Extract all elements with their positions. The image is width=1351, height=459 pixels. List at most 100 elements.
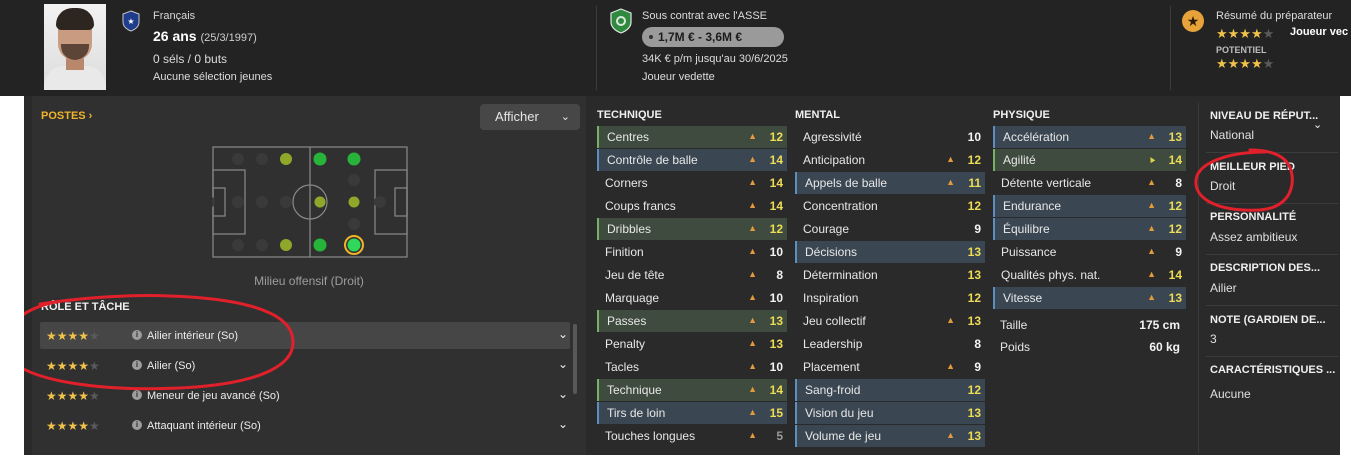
reputation-value: National — [1210, 128, 1255, 142]
attribute-row[interactable]: Volume de jeu ▲ 13 — [795, 425, 985, 447]
info-icon[interactable]: i — [132, 360, 142, 370]
attribute-row[interactable]: Finition ▲ 10 — [597, 241, 787, 263]
trend-arrow-icon: ▲ — [946, 430, 955, 440]
attribute-name: Touches longues — [605, 429, 696, 443]
chevron-down-icon[interactable]: ⌄ — [1313, 118, 1322, 131]
info-separator — [1206, 203, 1338, 204]
chevron-down-icon[interactable]: ⌄ — [558, 387, 568, 401]
attribute-row[interactable]: Jeu collectif ▲ 13 — [795, 310, 985, 332]
attribute-name: Placement — [803, 360, 860, 374]
attribute-row[interactable]: Technique ▲ 14 — [597, 379, 787, 401]
attribute-row[interactable]: Jeu de tête ▲ 8 — [597, 264, 787, 286]
trend-arrow-icon: ▲ — [1147, 200, 1156, 210]
attribute-row[interactable]: Inspiration 12 — [795, 287, 985, 309]
role-stars: ★★★★★ — [46, 419, 100, 433]
attribute-name: Volume de jeu — [805, 429, 882, 443]
attribute-row[interactable]: Contrôle de balle ▲ 14 — [597, 149, 787, 171]
attribute-value: 10 — [769, 360, 783, 374]
attribute-name: Passes — [607, 314, 647, 328]
attribute-row[interactable]: Vision du jeu 13 — [795, 402, 985, 424]
chevron-down-icon[interactable]: ⌄ — [558, 357, 568, 371]
preferred-foot-title: MEILLEUR PIED — [1210, 161, 1295, 173]
attribute-row[interactable]: Agilité ▲ 14 — [993, 149, 1186, 171]
role-row[interactable]: ★★★★★ i Ailier intérieur (So) ⌄ — [40, 322, 570, 349]
attribute-name: Inspiration — [803, 291, 859, 305]
attribute-row[interactable]: Endurance ▲ 12 — [993, 195, 1186, 217]
trend-arrow-icon: ▲ — [748, 154, 757, 164]
attribute-row[interactable]: Leadership 8 — [795, 333, 985, 355]
attribute-row[interactable]: Coups francs ▲ 14 — [597, 195, 787, 217]
attribute-row[interactable]: Dribbles ▲ 12 — [597, 218, 787, 240]
attribute-value: 10 — [769, 245, 783, 259]
trend-arrow-icon: ▲ — [1147, 177, 1156, 187]
attribute-row[interactable]: Tacles ▲ 10 — [597, 356, 787, 378]
attribute-row[interactable]: Appels de balle ▲ 11 — [795, 172, 985, 194]
preferred-foot-value: Droit — [1210, 179, 1236, 193]
header-divider — [596, 6, 597, 90]
attribute-row[interactable]: Sang-froid 12 — [795, 379, 985, 401]
attribute-row[interactable]: Accélération ▲ 13 — [993, 126, 1186, 148]
attribute-row[interactable]: Tirs de loin ▲ 15 — [597, 402, 787, 424]
role-section-title: RÔLE ET TÂCHE — [41, 301, 130, 313]
role-stars: ★★★★★ — [46, 329, 100, 343]
attribute-row[interactable]: Puissance ▲ 9 — [993, 241, 1186, 263]
positions-link[interactable]: POSTES › — [41, 110, 92, 122]
attribute-row[interactable]: Anticipation ▲ 12 — [795, 149, 985, 171]
header-divider — [1170, 6, 1171, 90]
attribute-row[interactable]: Centres ▲ 12 — [597, 126, 787, 148]
attribute-name: Puissance — [1001, 245, 1057, 259]
attribute-row[interactable]: Agressivité 10 — [795, 126, 985, 148]
attribute-name: Leadership — [803, 337, 863, 351]
attribute-row[interactable]: Marquage ▲ 10 — [597, 287, 787, 309]
role-stars: ★★★★★ — [46, 389, 100, 403]
role-row[interactable]: ★★★★★ i Attaquant intérieur (So) ⌄ — [40, 412, 570, 439]
attribute-row[interactable]: Qualités phys. nat. ▲ 14 — [993, 264, 1186, 286]
potential-stars: ★★★★★ — [1216, 56, 1275, 71]
transfer-value-badge[interactable]: 1,7M € - 3,6M € — [642, 27, 784, 47]
attribute-row[interactable]: Touches longues ▲ 5 — [597, 425, 787, 447]
attribute-row[interactable]: Concentration 12 — [795, 195, 985, 217]
attribute-row[interactable]: Penalty ▲ 13 — [597, 333, 787, 355]
attribute-row[interactable]: Détente verticale ▲ 8 — [993, 172, 1186, 194]
attribute-row[interactable]: Vitesse ▲ 13 — [993, 287, 1186, 309]
info-icon[interactable]: i — [132, 420, 142, 430]
traits-value: Aucune — [1210, 387, 1251, 401]
trend-arrow-icon: ▲ — [748, 292, 757, 302]
trend-arrow-icon: ▲ — [748, 384, 757, 394]
info-icon[interactable]: i — [132, 330, 142, 340]
attribute-name: Équilibre — [1003, 222, 1050, 236]
weight-value: 60 kg — [1149, 340, 1180, 354]
player-age: 26 ans (25/3/1997) — [153, 28, 257, 44]
chevron-down-icon[interactable]: ⌄ — [558, 417, 568, 431]
trend-arrow-icon: ▲ — [946, 154, 955, 164]
attribute-value: 14 — [769, 153, 783, 167]
attribute-value: 13 — [1168, 130, 1182, 144]
trend-arrow-icon: ▲ — [1147, 246, 1156, 256]
attribute-name: Jeu collectif — [803, 314, 866, 328]
attribute-row[interactable]: Équilibre ▲ 12 — [993, 218, 1186, 240]
role-row[interactable]: ★★★★★ i Ailier (So) ⌄ — [40, 352, 570, 379]
chevron-down-icon[interactable]: ⌄ — [558, 327, 568, 341]
role-stars: ★★★★★ — [46, 359, 100, 373]
attribute-row[interactable]: Corners ▲ 14 — [597, 172, 787, 194]
potential-label: POTENTIEL — [1216, 45, 1267, 55]
info-icon[interactable]: i — [132, 390, 142, 400]
wage-info: 34K € p/m jusqu'au 30/6/2025 — [642, 53, 788, 65]
attribute-row[interactable]: Détermination 13 — [795, 264, 985, 286]
attribute-row[interactable]: Décisions 13 — [795, 241, 985, 263]
attribute-value: 8 — [1175, 176, 1182, 190]
attribute-row[interactable]: Placement ▲ 9 — [795, 356, 985, 378]
contract-club: Sous contrat avec l'ASSE — [642, 10, 767, 22]
role-row[interactable]: ★★★★★ i Meneur de jeu avancé (So) ⌄ — [40, 382, 570, 409]
attribute-row[interactable]: Courage 9 — [795, 218, 985, 240]
attribute-value: 12 — [967, 199, 981, 213]
trend-arrow-icon: ▲ — [748, 200, 757, 210]
attribute-row[interactable]: Passes ▲ 13 — [597, 310, 787, 332]
attribute-name: Vision du jeu — [805, 406, 874, 420]
attribute-name: Marquage — [605, 291, 660, 305]
trend-arrow-icon: ▲ — [946, 315, 955, 325]
roles-scrollbar[interactable] — [573, 324, 577, 394]
positions-panel: POSTES › Afficher ⌄ Milieu offensif (Dro… — [32, 96, 586, 455]
coach-report-title[interactable]: Résumé du préparateur — [1216, 10, 1332, 22]
display-dropdown[interactable]: Afficher ⌄ — [480, 104, 580, 130]
